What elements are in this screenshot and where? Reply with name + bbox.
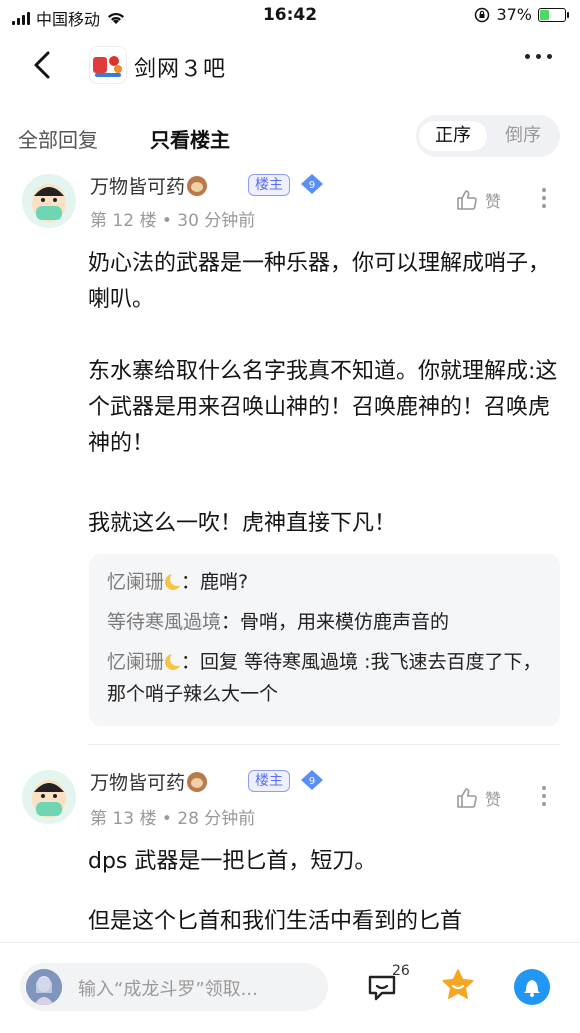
monkey-emoji-icon — [187, 176, 208, 196]
post-more-icon[interactable] — [542, 786, 546, 806]
comment-text: ：鹿哨? — [181, 571, 249, 593]
sub-comment[interactable]: 等待寒風過境：骨哨，用来模仿鹿声音的 — [107, 606, 547, 638]
post-paragraph: 奶心法的武器是一种乐器，你可以理解成哨子，喇叭。 — [88, 251, 551, 312]
post-meta: 第 13 楼 • 28 分钟前 — [90, 809, 256, 829]
thumbs-up-icon — [457, 788, 477, 808]
comment-text: ：骨哨，用来模仿鹿声音的 — [221, 611, 450, 633]
status-bar: 中国移动 16:42 37% — [0, 0, 580, 32]
sort-descending-button[interactable]: 倒序 — [489, 121, 557, 151]
like-label: 赞 — [485, 192, 502, 211]
tab-only-owner[interactable]: 只看楼主 — [150, 124, 230, 153]
sub-comments-box[interactable]: 忆阑珊 ：鹿哨? 等待寒風過境：骨哨，用来模仿鹿声音的 忆阑珊 ：回复 等待寒風過境… — [89, 554, 560, 726]
crescent-moon-icon — [165, 572, 185, 590]
commenter-name[interactable]: 等待寒風過境 — [107, 611, 221, 633]
username[interactable]: 万物皆可药 — [90, 772, 185, 794]
divider — [88, 744, 560, 745]
share-icon — [524, 980, 540, 997]
sort-ascending-button[interactable]: 正序 — [419, 121, 487, 151]
crescent-moon-icon — [165, 652, 185, 670]
comment-count: 26 — [392, 963, 410, 979]
forum-name[interactable]: 剑网３吧 — [134, 51, 226, 83]
post-more-icon[interactable] — [542, 188, 546, 208]
commenter-name[interactable]: 忆阑珊 — [107, 651, 164, 673]
monkey-emoji-icon — [187, 772, 208, 792]
forum-logo[interactable] — [89, 46, 127, 84]
battery-percent: 37% — [496, 5, 532, 24]
post-paragraph: 我就这么一吹！虎神直接下凡！ — [88, 511, 397, 536]
thumbs-up-icon — [457, 190, 477, 210]
back-arrow-icon[interactable] — [30, 50, 56, 80]
owner-badge: 楼主 — [248, 174, 290, 196]
username[interactable]: 万物皆可药 — [90, 176, 185, 198]
user-avatar — [26, 969, 62, 1005]
level-badge-icon: 9 — [301, 174, 323, 194]
tab-all-replies[interactable]: 全部回复 — [18, 124, 98, 153]
battery-icon — [538, 7, 569, 22]
reply-input[interactable]: 输入“成龙斗罗”领取... — [20, 963, 328, 1011]
favorite-star-icon[interactable] — [440, 967, 476, 1003]
bottom-bar: 输入“成龙斗罗”领取... 26 — [0, 942, 580, 1033]
nav-bar: 剑网３吧 — [0, 40, 580, 90]
post-paragraph: dps 武器是一把匕首，短刀。 — [88, 849, 377, 874]
post-meta: 第 12 楼 • 30 分钟前 — [90, 211, 256, 231]
level-badge-icon: 9 — [301, 770, 323, 790]
commenter-name[interactable]: 忆阑珊 — [107, 571, 164, 593]
post-floor-13: 万物皆可药 楼主 9 第 13 楼 • 28 分钟前 赞 dps 武器是一把匕首… — [0, 766, 580, 942]
sort-order-toggle: 正序 倒序 — [416, 115, 560, 157]
sub-comment[interactable]: 忆阑珊 ：回复 等待寒風過境 :我飞速去百度了下，那个哨子辣么大一个 — [107, 646, 547, 710]
level-number: 9 — [309, 180, 315, 191]
share-button[interactable] — [514, 969, 550, 1005]
owner-badge: 楼主 — [248, 770, 290, 792]
like-label: 赞 — [485, 790, 502, 809]
sub-comment[interactable]: 忆阑珊 ：鹿哨? — [107, 566, 547, 598]
avatar[interactable] — [22, 174, 76, 228]
post-paragraph: 但是这个匕首和我们生活中看到的匕首 — [88, 909, 463, 934]
like-button[interactable]: 赞 — [455, 786, 501, 810]
like-button[interactable]: 赞 — [455, 188, 501, 212]
orientation-lock-icon — [475, 7, 490, 22]
reply-input-placeholder: 输入“成龙斗罗”领取... — [78, 979, 258, 1000]
post-paragraph: 东水寨给取什么名字我真不知道。你就理解成:这个武器是用来召唤山神的！召唤鹿神的！… — [88, 359, 558, 456]
more-options-icon[interactable] — [525, 54, 552, 59]
level-number: 9 — [309, 776, 315, 787]
reply-filter-tabs: 全部回复 只看楼主 正序 倒序 — [0, 112, 580, 162]
avatar[interactable] — [22, 770, 76, 824]
